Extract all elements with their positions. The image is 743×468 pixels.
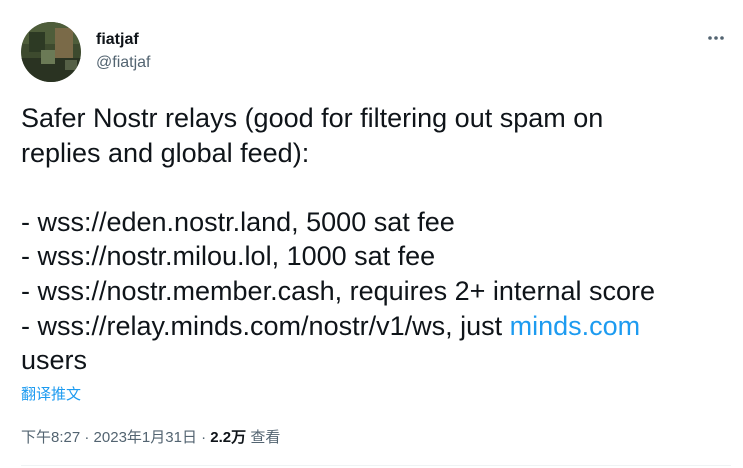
tweet-meta: 下午8:27 · 2023年1月31日 · 2.2万 查看 [21,428,280,448]
avatar-image [21,22,81,82]
tweet-date[interactable]: 2023年1月31日 [94,429,197,446]
translate-tweet-link[interactable]: 翻译推文 [21,385,81,405]
more-options-button[interactable] [700,22,732,54]
author-handle[interactable]: @fiatjaf [96,53,150,73]
relay-line-text: - wss://relay.minds.com/nostr/v1/ws, jus… [21,310,510,341]
tweet-line: Safer Nostr relays (good for filtering o… [21,103,604,133]
more-horizontal-icon [708,36,724,40]
tweet-card: fiatjaf @fiatjaf Safer Nostr relays (goo… [0,0,743,468]
relay-line: - wss://nostr.milou.lol, 1000 sat fee [21,241,436,272]
relay-line: - wss://eden.nostr.land, 5000 sat fee [21,206,455,237]
relay-line: - wss://relay.minds.com/nostr/v1/ws, jus… [21,309,731,344]
meta-separator: · [80,429,94,446]
views-count: 2.2万 [210,429,247,446]
divider [21,465,731,466]
tweet-time[interactable]: 下午8:27 [21,429,80,446]
author-display-name[interactable]: fiatjaf [96,30,139,50]
avatar[interactable] [21,22,81,82]
relay-line: - wss://nostr.member.cash, requires 2+ i… [21,275,656,306]
tweet-line: replies and global feed): [21,137,310,168]
tweet-line: users [21,345,88,376]
meta-separator: · [196,429,211,446]
views-label: 查看 [246,429,281,446]
minds-link[interactable]: minds.com [510,311,641,341]
tweet-text: Safer Nostr relays (good for filtering o… [21,101,731,378]
